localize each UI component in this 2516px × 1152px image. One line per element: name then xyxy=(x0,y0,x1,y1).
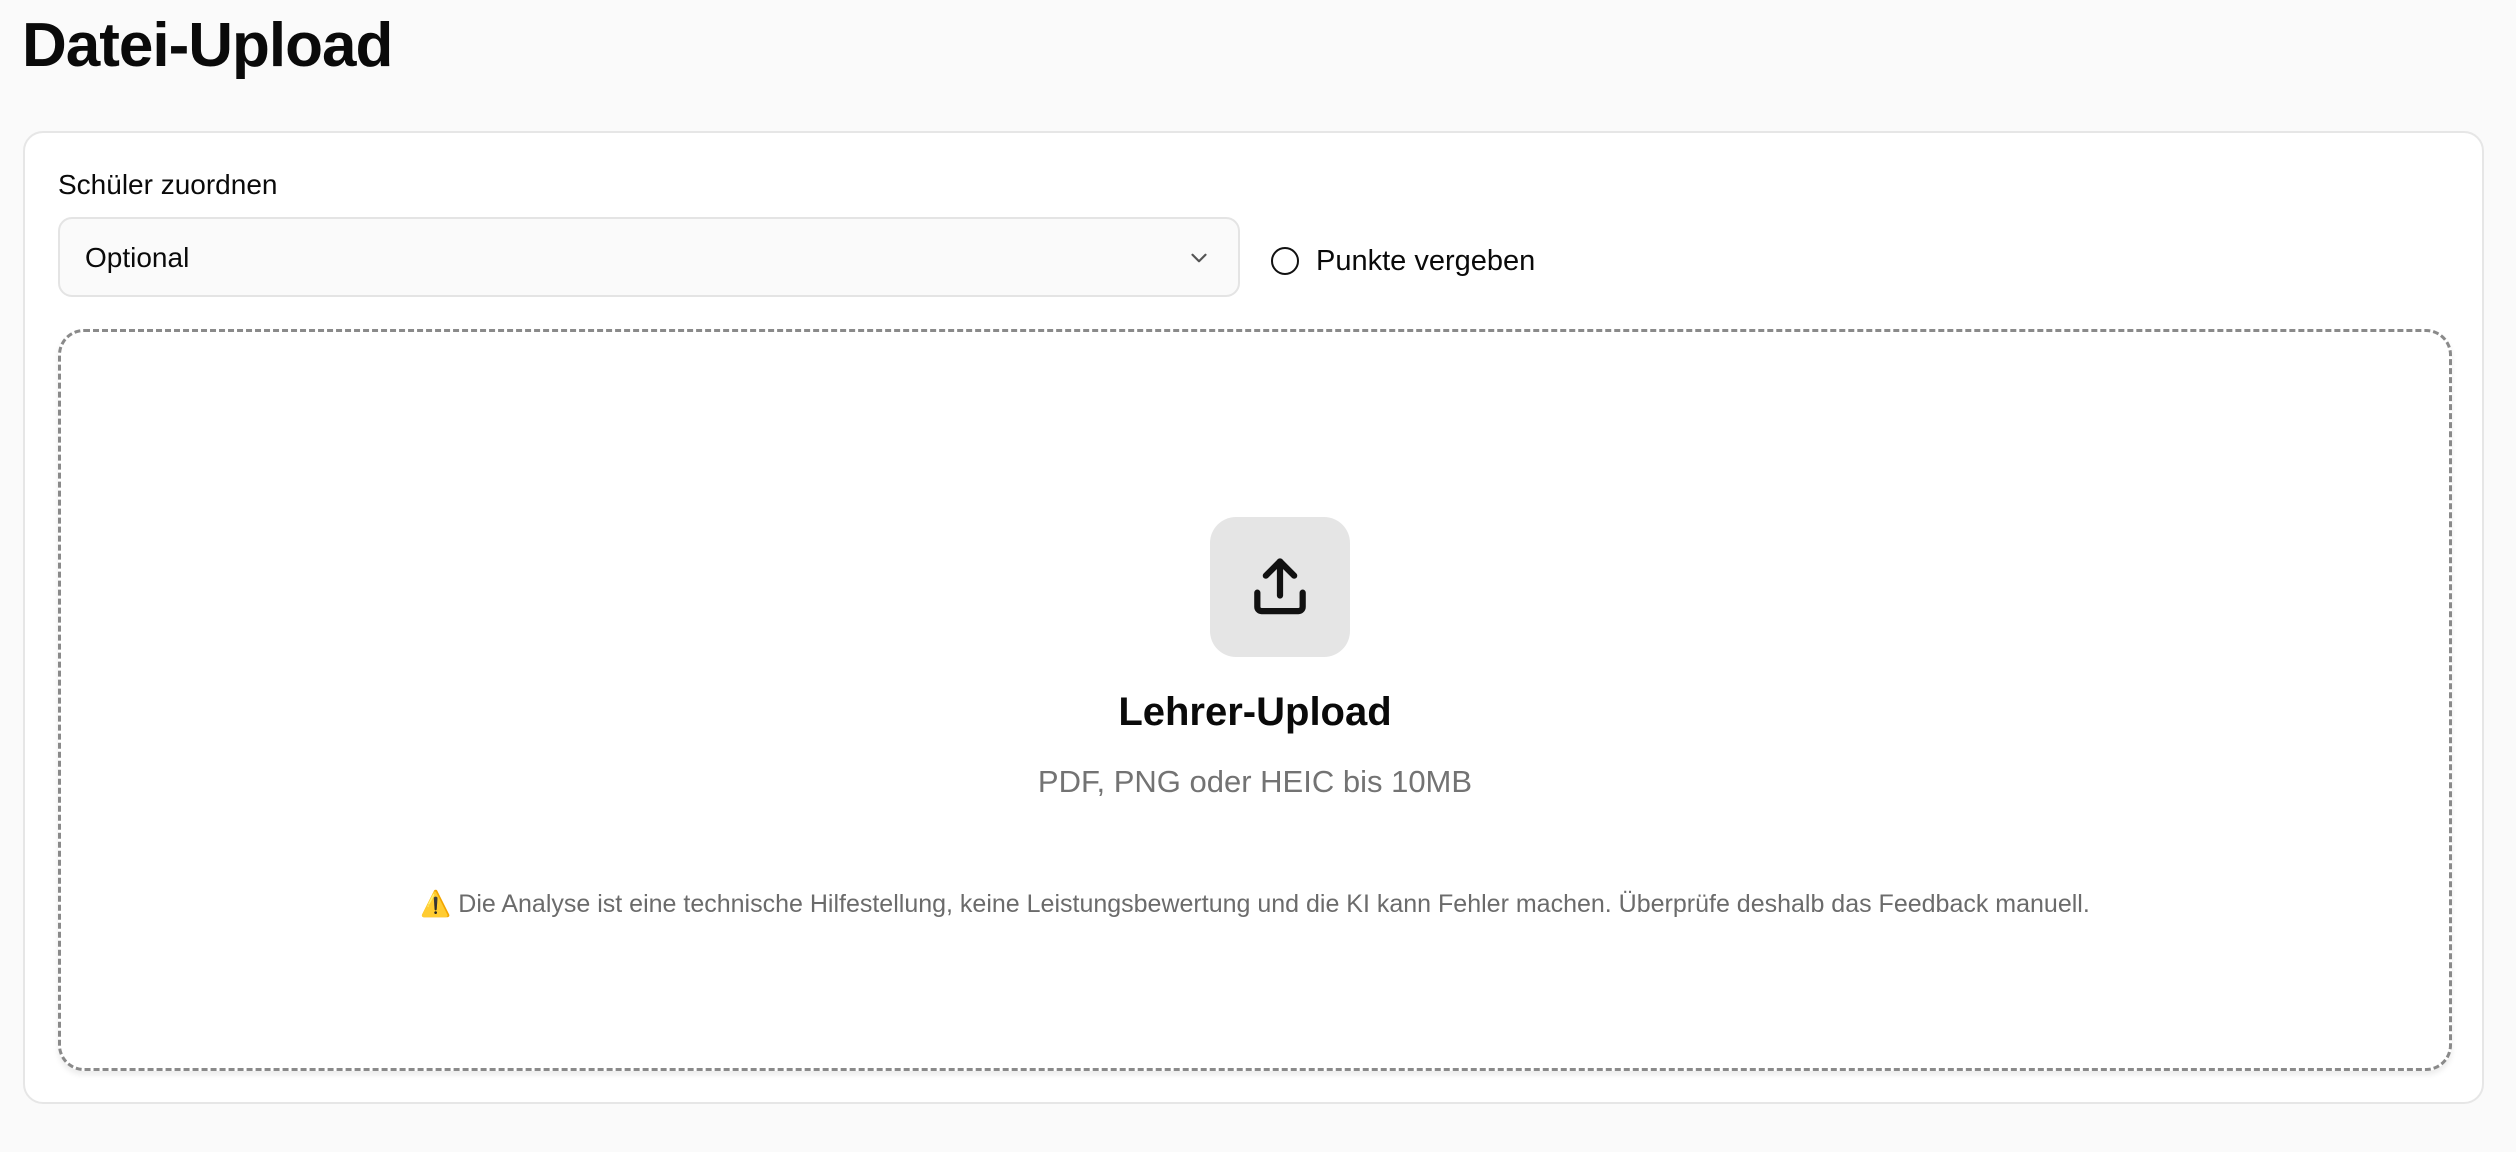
chevron-down-icon xyxy=(1191,253,1207,263)
file-dropzone[interactable]: Lehrer-Upload PDF, PNG oder HEIC bis 10M… xyxy=(58,329,2452,1071)
points-radio[interactable] xyxy=(1271,247,1299,275)
page-title: Datei-Upload xyxy=(22,11,393,80)
student-select-value: Optional xyxy=(85,242,190,273)
student-assign-label: Schüler zuordnen xyxy=(58,169,278,200)
student-select[interactable]: Optional xyxy=(58,217,1240,297)
dropzone-title: Lehrer-Upload xyxy=(1118,690,1392,734)
dropzone-disclaimer: ⚠️ Die Analyse ist eine technische Hilfe… xyxy=(420,890,2090,918)
points-radio-label: Punkte vergeben xyxy=(1316,245,1536,277)
upload-icon-container xyxy=(1210,517,1350,657)
upload-icon xyxy=(1254,558,1306,615)
upload-card: Schüler zuordnen Optional Punkte vergebe… xyxy=(23,131,2484,1104)
points-radio-option[interactable]: Punkte vergeben xyxy=(1271,241,1535,281)
dropzone-subtitle: PDF, PNG oder HEIC bis 10MB xyxy=(1037,764,1473,799)
